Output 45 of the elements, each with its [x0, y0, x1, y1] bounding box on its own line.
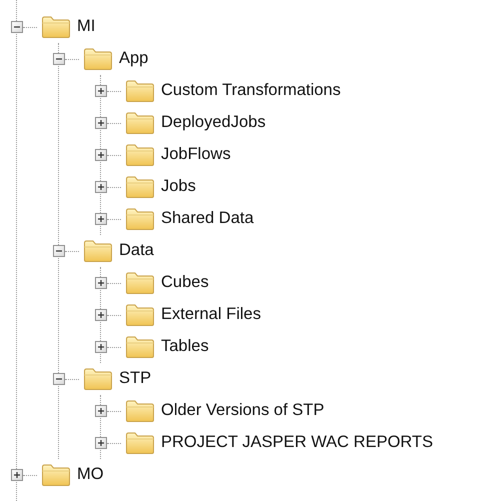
- folder-icon: [125, 111, 155, 135]
- folder-label[interactable]: PROJECT JASPER WAC REPORTS: [160, 433, 434, 453]
- folder-label[interactable]: JobFlows: [160, 145, 232, 165]
- folder-label[interactable]: Cubes: [160, 273, 210, 293]
- expand-icon[interactable]: [95, 437, 107, 449]
- folder-label[interactable]: STP: [118, 369, 152, 389]
- expand-icon[interactable]: [95, 117, 107, 129]
- expand-icon[interactable]: [95, 277, 107, 289]
- folder-label[interactable]: DeployedJobs: [160, 113, 267, 133]
- folder-label[interactable]: Jobs: [160, 177, 197, 197]
- folder-icon: [83, 239, 113, 263]
- expand-icon[interactable]: [95, 213, 107, 225]
- folder-icon: [125, 335, 155, 359]
- folder-label[interactable]: App: [118, 49, 150, 69]
- folder-icon: [125, 303, 155, 327]
- expand-icon[interactable]: [95, 341, 107, 353]
- expand-icon[interactable]: [95, 149, 107, 161]
- expand-icon[interactable]: [95, 181, 107, 193]
- folder-label[interactable]: MI: [76, 17, 96, 37]
- folder-label[interactable]: MO: [76, 465, 105, 485]
- folder-icon: [83, 47, 113, 71]
- folder-icon: [83, 367, 113, 391]
- collapse-icon[interactable]: [53, 53, 65, 65]
- folder-label[interactable]: Custom Transformations: [160, 81, 342, 101]
- folder-icon: [125, 399, 155, 423]
- folder-label[interactable]: Shared Data: [160, 209, 255, 229]
- folder-label[interactable]: Data: [118, 241, 155, 261]
- folder-label[interactable]: External Files: [160, 305, 262, 325]
- expand-icon[interactable]: [95, 85, 107, 97]
- expand-icon[interactable]: [95, 309, 107, 321]
- folder-icon: [41, 15, 71, 39]
- expand-icon[interactable]: [11, 469, 23, 481]
- folder-icon: [41, 463, 71, 487]
- folder-icon: [125, 79, 155, 103]
- collapse-icon[interactable]: [53, 373, 65, 385]
- folder-icon: [125, 431, 155, 455]
- folder-icon: [125, 271, 155, 295]
- collapse-icon[interactable]: [53, 245, 65, 257]
- folder-icon: [125, 207, 155, 231]
- expand-icon[interactable]: [95, 405, 107, 417]
- folder-label[interactable]: Older Versions of STP: [160, 401, 326, 421]
- collapse-icon[interactable]: [11, 21, 23, 33]
- folder-icon: [125, 143, 155, 167]
- folder-label[interactable]: Tables: [160, 337, 210, 357]
- folder-icon: [125, 175, 155, 199]
